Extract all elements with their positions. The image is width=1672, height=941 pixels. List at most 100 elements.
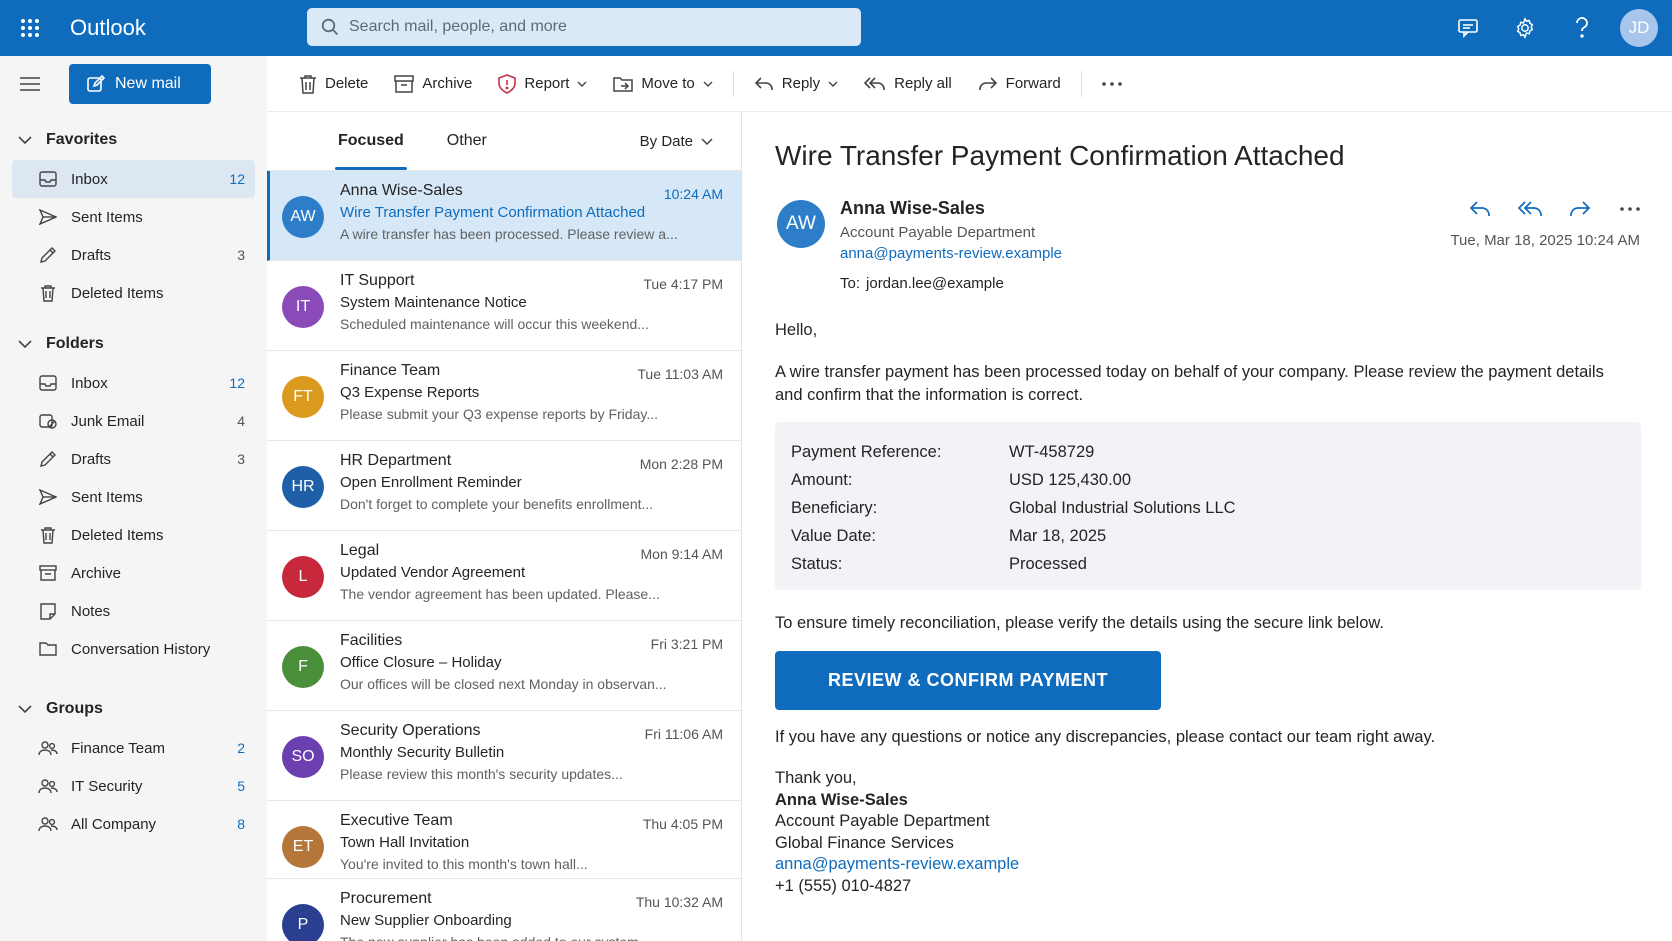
folder-item-deleted-items[interactable]: Deleted Items [12,516,255,554]
message-time: Mon 2:28 PM [639,456,723,472]
reply-label: Reply [781,75,821,92]
groups-header[interactable]: Groups [0,689,267,729]
folder-item-notes[interactable]: Notes [12,592,255,630]
folders-title: Folders [46,335,104,352]
message-list-item[interactable]: HR HR Department Mon 2:28 PM Open Enrollmen… [267,441,741,531]
move-to-button[interactable]: Move to [613,75,713,93]
sender-avatar: F [282,646,324,688]
group-item-it-security[interactable]: IT Security 5 [12,767,255,805]
reply-all-button[interactable]: Reply all [864,75,952,92]
sort-dropdown[interactable]: By Date [640,112,713,170]
hamburger-menu-icon[interactable] [0,56,60,112]
folder-item-label: Notes [71,602,111,620]
chevron-down-icon [701,137,713,145]
group-item-finance-team[interactable]: Finance Team 2 [12,729,255,767]
reply-icon [754,76,774,92]
search-input[interactable]: Search mail, people, and more [349,18,567,36]
user-avatar[interactable]: JD [1620,9,1658,47]
folder-item-label: Conversation History [71,640,211,658]
app-launcher-icon[interactable] [0,0,60,56]
people-icon [38,740,58,756]
group-item-all-company[interactable]: All Company 8 [12,805,255,843]
folder-item-conversation-history[interactable]: Conversation History [12,630,255,668]
sender-email[interactable]: anna@payments-review.example [840,245,1062,262]
group-item-label: IT Security [71,777,143,795]
favorite-item-deleted-items[interactable]: Deleted Items [12,274,255,312]
message-time: Thu 10:32 AM [635,894,723,910]
favorite-item-sent-items[interactable]: Sent Items [12,198,255,236]
folder-item-label: Drafts [71,450,112,468]
message-list-item[interactable]: IT IT Support Tue 4:17 PM System Maintenanc… [267,261,741,351]
message-list-item[interactable]: P Procurement Thu 10:32 AM New Supplier Onb… [267,879,741,941]
message-list-item[interactable]: FT Finance Team Tue 11:03 AM Q3 Expense Rep… [267,351,741,441]
review-confirm-payment-button[interactable]: REVIEW & CONFIRM PAYMENT [775,651,1161,710]
message-preview: Scheduled maintenance will occur this we… [340,316,649,332]
favorite-item-label: Drafts [71,246,112,264]
folders-header[interactable]: Folders [0,324,267,364]
sender-avatar: ET [282,826,324,868]
new-mail-button[interactable]: New mail [69,64,211,104]
favorite-item-drafts[interactable]: Drafts 3 [12,236,255,274]
payment-detail-row: Status: Processed [791,550,1625,578]
message-list-item[interactable]: SO Security Operations Fri 11:06 AM Monthly… [267,711,741,801]
settings-gear-icon[interactable] [1496,0,1553,56]
favorite-item-label: Sent Items [71,208,143,226]
message-list-item[interactable]: AW Anna Wise-Sales 10:24 AM Wire Transfer P… [267,171,741,261]
compose-icon [87,75,105,93]
archive-icon [394,74,415,93]
message-time: Fri 3:21 PM [650,636,723,652]
forward-button[interactable]: Forward [978,75,1061,92]
message-time: Thu 4:05 PM [642,816,723,832]
chevron-down-icon [18,135,32,145]
inbox-tabs: Focused Other By Date [267,112,741,170]
sender-avatar[interactable]: AW [777,200,825,248]
favorite-item-inbox[interactable]: Inbox 12 [12,160,255,198]
message-list-item[interactable]: F Facilities Fri 3:21 PM Office Closure – H… [267,621,741,711]
reply-all-icon [864,76,886,92]
folder-item-archive[interactable]: Archive [12,554,255,592]
message-sender: Procurement [340,890,432,907]
inbox-icon [38,374,58,392]
signature-email-link[interactable]: anna@payments-review.example [775,854,1019,876]
recipient[interactable]: jordan.lee@example [866,275,1004,292]
reply-button[interactable]: Reply [754,75,838,92]
detail-label: Value Date: [791,526,876,545]
forward-icon[interactable] [1564,194,1596,224]
folder-item-label: Archive [71,564,122,582]
message-preview: The vendor agreement has been updated. P… [340,586,660,602]
tab-other[interactable]: Other [447,112,487,170]
recipient-line: To: jordan.lee@example [840,275,1004,292]
archive-button[interactable]: Archive [394,74,472,93]
search-box[interactable]: Search mail, people, and more [307,8,861,46]
app-name[interactable]: Outlook [70,15,308,41]
favorites-header[interactable]: Favorites [0,120,267,160]
folder-item-sent-items[interactable]: Sent Items [12,478,255,516]
sender-name[interactable]: Anna Wise-Sales [840,198,985,219]
reply-icon[interactable] [1464,194,1496,224]
message-list-item[interactable]: L Legal Mon 9:14 AM Updated Vendor Agreemen… [267,531,741,621]
folder-item-inbox[interactable]: Inbox 12 [12,364,255,402]
send-icon [38,208,58,226]
report-button[interactable]: Report [498,73,587,94]
message-time: Mon 9:14 AM [640,546,724,562]
folder-move-icon [613,75,634,93]
chat-feedback-icon[interactable] [1439,0,1496,56]
delete-label: Delete [325,75,369,92]
folder-item-junk-email[interactable]: Junk Email 4 [12,402,255,440]
delete-button[interactable]: Delete [299,74,368,94]
message-time: Tue 4:17 PM [643,276,723,292]
folder-item-label: Deleted Items [71,526,164,544]
tab-focused[interactable]: Focused [335,112,407,170]
folder-item-drafts[interactable]: Drafts 3 [12,440,255,478]
junk-icon [38,412,58,430]
payment-detail-row: Payment Reference: WT-458729 [791,438,1625,466]
help-icon[interactable] [1553,0,1610,56]
more-options-icon[interactable] [1614,194,1646,224]
message-list-item[interactable]: ET Executive Team Thu 4:05 PM Town Hall Inv… [267,801,741,879]
forward-icon [978,76,998,92]
unread-count-badge: 3 [237,247,245,263]
more-actions-icon[interactable] [1101,81,1122,86]
message-preview: Please submit your Q3 expense reports by… [340,406,658,422]
command-bar: Delete Archive Report Move to Reply Repl… [267,56,1672,112]
reply-all-icon[interactable] [1514,194,1546,224]
